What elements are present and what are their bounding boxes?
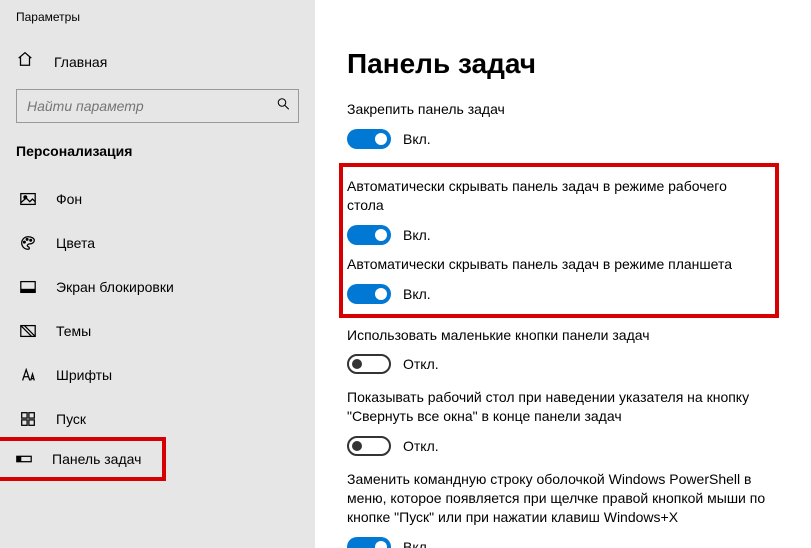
highlight-box: Автоматически скрывать панель задач в ре… (339, 163, 779, 318)
setting-peek-desktop: Показывать рабочий стол при наведении ук… (347, 388, 767, 456)
setting-autohide-desktop: Автоматически скрывать панель задач в ре… (347, 177, 767, 245)
toggle-state: Вкл. (403, 131, 431, 147)
home-label: Главная (54, 54, 107, 70)
nav-label: Темы (56, 323, 91, 339)
setting-label: Показывать рабочий стол при наведении ук… (347, 388, 767, 426)
nav-label: Шрифты (56, 367, 112, 383)
toggle-small-buttons[interactable] (347, 354, 391, 374)
nav-item-start[interactable]: Пуск (0, 397, 315, 441)
nav-item-taskbar[interactable]: Панель задач (0, 437, 166, 481)
setting-label: Автоматически скрывать панель задач в ре… (347, 255, 767, 274)
nav-item-themes[interactable]: Темы (0, 309, 315, 353)
nav-item-background[interactable]: Фон (0, 177, 315, 221)
search-wrap (16, 89, 299, 123)
toggle-state: Вкл. (403, 539, 431, 548)
page-title: Панель задач (347, 48, 811, 80)
search-input[interactable] (16, 89, 299, 123)
settings-sidebar: Параметры Главная Персонализация Фон Цве… (0, 0, 315, 548)
themes-icon (18, 322, 38, 340)
setting-label: Заменить командную строку оболочкой Wind… (347, 470, 767, 527)
nav-label: Фон (56, 191, 82, 207)
home-icon (16, 50, 36, 73)
nav-item-fonts[interactable]: Шрифты (0, 353, 315, 397)
palette-icon (18, 234, 38, 252)
window-title: Параметры (0, 0, 315, 38)
setting-label: Закрепить панель задач (347, 100, 767, 119)
setting-lock-taskbar: Закрепить панель задач Вкл. (347, 100, 767, 149)
home-nav[interactable]: Главная (0, 38, 315, 85)
taskbar-icon (14, 450, 34, 468)
fonts-icon (18, 366, 38, 384)
toggle-state: Вкл. (403, 286, 431, 302)
nav-label: Экран блокировки (56, 279, 174, 295)
content-area: Панель задач Закрепить панель задач Вкл.… (315, 0, 811, 548)
toggle-state: Вкл. (403, 227, 431, 243)
toggle-autohide-desktop[interactable] (347, 225, 391, 245)
search-icon (276, 97, 291, 116)
toggle-state: Откл. (403, 438, 439, 454)
start-icon (18, 410, 38, 428)
toggle-autohide-tablet[interactable] (347, 284, 391, 304)
picture-icon (18, 190, 38, 208)
toggle-state: Откл. (403, 356, 439, 372)
nav-item-colors[interactable]: Цвета (0, 221, 315, 265)
setting-label: Автоматически скрывать панель задач в ре… (347, 177, 767, 215)
nav-label: Панель задач (52, 451, 141, 467)
category-header: Персонализация (0, 137, 315, 177)
setting-powershell: Заменить командную строку оболочкой Wind… (347, 470, 767, 548)
nav-label: Пуск (56, 411, 86, 427)
setting-autohide-tablet: Автоматически скрывать панель задач в ре… (347, 255, 767, 304)
toggle-powershell[interactable] (347, 537, 391, 548)
nav-item-lockscreen[interactable]: Экран блокировки (0, 265, 315, 309)
setting-small-buttons: Использовать маленькие кнопки панели зад… (347, 326, 767, 375)
toggle-lock-taskbar[interactable] (347, 129, 391, 149)
lockscreen-icon (18, 278, 38, 296)
toggle-peek-desktop[interactable] (347, 436, 391, 456)
nav-label: Цвета (56, 235, 95, 251)
setting-label: Использовать маленькие кнопки панели зад… (347, 326, 767, 345)
nav-list: Фон Цвета Экран блокировки Темы Шрифты (0, 177, 315, 481)
